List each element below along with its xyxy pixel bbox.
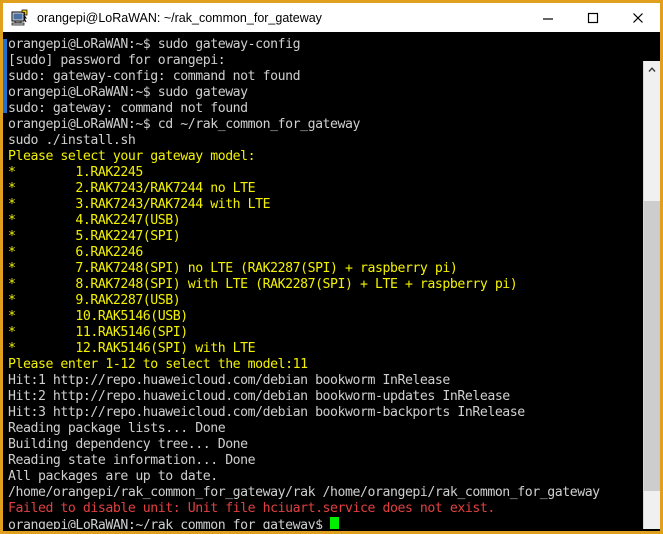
scrollbar-track-lower[interactable] — [644, 491, 660, 531]
terminal-line: * 1.RAK2245 — [8, 165, 143, 180]
terminal-line: * 10.RAK5146(USB) — [8, 309, 188, 324]
maximize-button[interactable] — [570, 4, 615, 32]
maximize-icon — [587, 12, 598, 23]
terminal-line: Reading state information... Done — [8, 453, 256, 468]
terminal-line: * 3.RAK7243/RAK7244 with LTE — [8, 197, 271, 212]
terminal-line: orangepi@LoRaWAN:~$ sudo gateway — [8, 85, 248, 100]
terminal-line: * 9.RAK2287(USB) — [8, 293, 181, 308]
terminal-line: Hit:3 http://repo.huaweicloud.com/debian… — [8, 405, 525, 420]
terminal-line: Reading package lists... Done — [8, 421, 226, 436]
terminal-line: Hit:2 http://repo.huaweicloud.com/debian… — [8, 389, 510, 404]
close-icon — [632, 12, 643, 23]
terminal-line: All packages are up to date. — [8, 469, 218, 484]
terminal-line: sudo: gateway-config: command not found — [8, 69, 301, 84]
minimize-button[interactable] — [525, 4, 570, 32]
terminal-line: /home/orangepi/rak_common_for_gateway/ra… — [8, 485, 600, 500]
terminal-line: * 2.RAK7243/RAK7244 no LTE — [8, 181, 256, 196]
terminal-line: Please enter 1-12 to select the model:11 — [8, 357, 308, 372]
terminal-line: orangepi@LoRaWAN:~$ sudo gateway-config — [8, 37, 301, 52]
terminal-line: * 8.RAK7248(SPI) with LTE (RAK2287(SPI) … — [8, 277, 518, 292]
window-titlebar[interactable]: orangepi@LoRaWAN: ~/rak_common_for_gatew… — [3, 3, 660, 33]
terminal-line: * 5.RAK2247(SPI) — [8, 229, 181, 244]
scrollbar-up-button[interactable] — [644, 61, 660, 78]
terminal-line: [sudo] password for orangepi: — [8, 53, 226, 68]
vertical-scrollbar[interactable] — [643, 61, 660, 531]
minimize-icon — [542, 17, 553, 20]
terminal-line: * 4.RAK2247(USB) — [8, 213, 181, 228]
chevron-up-icon — [648, 66, 656, 72]
window-title: orangepi@LoRaWAN: ~/rak_common_for_gatew… — [37, 10, 322, 25]
close-button[interactable] — [615, 4, 660, 32]
terminal-line: Please select your gateway model: — [8, 149, 256, 164]
terminal-line: orangepi@LoRaWAN:~$ cd ~/rak_common_for_… — [8, 117, 361, 132]
window-bottom-strip — [3, 529, 660, 531]
terminal-line: sudo ./install.sh — [8, 133, 136, 148]
terminal-line: * 11.RAK5146(SPI) — [8, 325, 188, 340]
terminal-line: sudo: gateway: command not found — [8, 101, 248, 116]
terminal-area: orangepi@LoRaWAN:~$ sudo gateway-config[… — [3, 32, 660, 531]
putty-terminal-window: orangepi@LoRaWAN: ~/rak_common_for_gatew… — [0, 0, 663, 534]
terminal-line: Hit:1 http://repo.huaweicloud.com/debian… — [8, 373, 450, 388]
terminal-screen[interactable]: orangepi@LoRaWAN:~$ sudo gateway-config[… — [3, 32, 643, 531]
scrollbar-track-upper[interactable] — [644, 78, 660, 201]
selection-indicator-bar — [3, 39, 7, 113]
terminal-line: Failed to disable unit: Unit file hciuar… — [8, 501, 495, 516]
scrollbar-thumb[interactable] — [644, 201, 660, 491]
terminal-line: * 12.RAK5146(SPI) with LTE — [8, 341, 256, 356]
terminal-line: Building dependency tree... Done — [8, 437, 248, 452]
putty-computer-icon — [11, 9, 29, 27]
terminal-line: * 7.RAK7248(SPI) no LTE (RAK2287(SPI) + … — [8, 261, 458, 276]
terminal-line: * 6.RAK2246 — [8, 245, 143, 260]
terminal-output: orangepi@LoRaWAN:~$ sudo gateway-config[… — [8, 37, 643, 531]
